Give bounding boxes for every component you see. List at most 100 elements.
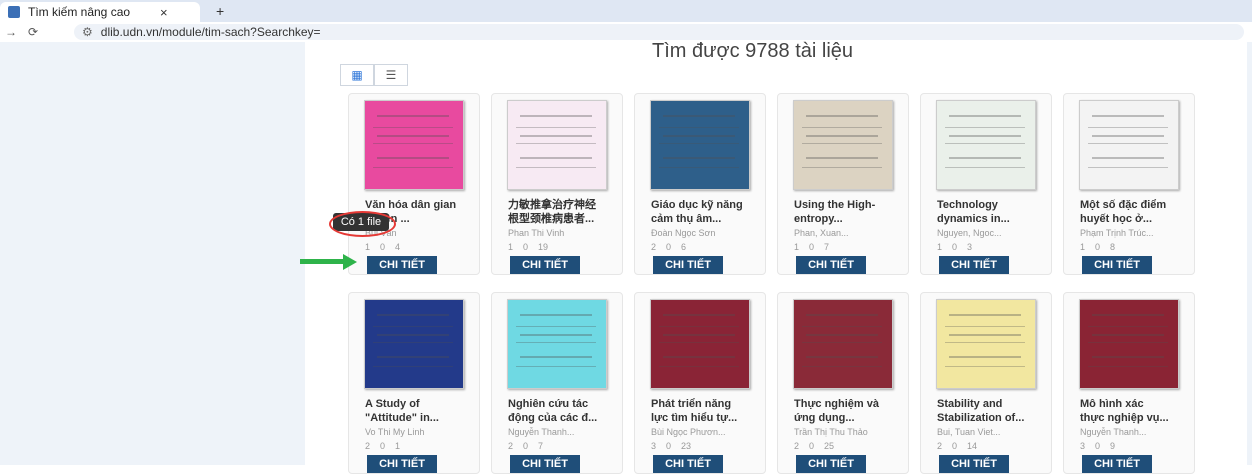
stat-files: 19 — [538, 242, 549, 252]
book-title[interactable]: 力敏推拿治疗神经 根型颈椎病患者... — [508, 198, 618, 226]
book-title[interactable]: Stability and Stabilization of... — [937, 397, 1047, 425]
stat-downloads: 0 — [523, 441, 529, 451]
detail-button[interactable]: CHI TIẾT — [1082, 256, 1152, 274]
book-card[interactable]: Thực nghiệm và ứng dụng... Trần Thị Thu Th… — [777, 292, 909, 474]
stat-downloads: 0 — [380, 441, 386, 451]
highlight-circle — [329, 211, 396, 237]
url-text: dlib.udn.vn/module/tim-sach?Searchkey= — [100, 25, 321, 39]
book-title[interactable]: Một số đặc điểm huyết học ở... — [1080, 198, 1190, 226]
book-cover[interactable] — [364, 299, 464, 389]
stat-views: 2 — [794, 441, 800, 451]
book-stats: 103 — [937, 242, 1047, 252]
book-card[interactable]: 力敏推拿治疗神经 根型颈椎病患者... Phan Thi Vinh 1 0 19 CHI T… — [491, 93, 623, 275]
new-tab-button[interactable]: + — [216, 3, 224, 19]
book-card[interactable]: A Study of "Attitude" in... Vo Thi My Linh… — [348, 292, 480, 474]
detail-button[interactable]: CHI TIẾT — [939, 455, 1009, 473]
book-title-line1: Technology — [937, 199, 998, 211]
book-cover[interactable] — [650, 299, 750, 389]
book-card[interactable]: Một số đặc điểm huyết học ở... Phạm Trịnh … — [1063, 93, 1195, 275]
stat-views: 3 — [1080, 441, 1086, 451]
detail-button[interactable]: CHI TIẾT — [796, 256, 866, 274]
book-title-line2: entropy... — [794, 213, 843, 225]
stat-files: 25 — [824, 441, 835, 451]
book-cover[interactable] — [1079, 299, 1179, 389]
book-stats: 3 0 23 — [651, 441, 761, 451]
book-title-line2: thực nghiệp vụ... — [1080, 412, 1169, 424]
book-cover[interactable] — [793, 100, 893, 190]
book-cover[interactable] — [364, 100, 464, 190]
detail-button[interactable]: CHI TIẾT — [367, 256, 437, 274]
book-card[interactable]: Stability and Stabilization of... Bui, Tua… — [920, 292, 1052, 474]
book-stats: 104 — [365, 242, 475, 252]
stat-views: 2 — [508, 441, 514, 451]
stat-views: 2 — [651, 242, 657, 252]
book-stats: 2 0 25 — [794, 441, 904, 451]
detail-button[interactable]: CHI TIẾT — [510, 256, 580, 274]
stat-downloads: 0 — [809, 441, 815, 451]
detail-button[interactable]: CHI TIẾT — [367, 455, 437, 473]
right-margin — [1247, 42, 1252, 465]
stat-downloads: 0 — [952, 441, 958, 451]
book-title-line1: Phát triển năng — [651, 398, 732, 410]
stat-downloads: 0 — [1095, 242, 1101, 252]
book-cover[interactable] — [507, 299, 607, 389]
book-cover[interactable] — [507, 100, 607, 190]
book-author: Bui, Tuan Viet... — [937, 427, 1001, 437]
book-card[interactable]: Mô hình xác thực nghiệp vụ... Nguyễn Thanh… — [1063, 292, 1195, 474]
detail-button[interactable]: CHI TIẾT — [653, 256, 723, 274]
book-title[interactable]: Nghiên cứu tác động của các đ... — [508, 397, 618, 425]
reload-icon[interactable]: ⟳ — [22, 25, 44, 39]
book-title-line1: Stability and — [937, 398, 1003, 410]
book-card[interactable]: Nghiên cứu tác động của các đ... Nguyễn Th… — [491, 292, 623, 474]
book-cover[interactable] — [936, 100, 1036, 190]
stat-files: 6 — [681, 242, 687, 252]
book-title[interactable]: Giáo dục kỹ năng cảm thụ âm... — [651, 198, 761, 226]
grid-view-icon[interactable]: ▦ — [340, 64, 374, 86]
book-author: Bùi Ngọc Phươn... — [651, 427, 726, 437]
address-bar: → ⟳ ⚙ dlib.udn.vn/module/tim-sach?Search… — [0, 22, 1252, 42]
book-title-line1: Thực nghiệm và — [794, 398, 879, 410]
book-card[interactable]: Using the High-entropy... Phan, Xuan... 1 0… — [777, 93, 909, 275]
detail-button[interactable]: CHI TIẾT — [796, 455, 866, 473]
book-card[interactable]: Giáo dục kỹ năng cảm thụ âm... Đoàn Ngọc S… — [634, 93, 766, 275]
book-title-line1: 力敏推拿治疗神经 — [508, 199, 596, 211]
book-author: Phạm Trịnh Trúc... — [1080, 228, 1154, 238]
book-title[interactable]: Phát triển năng lực tìm hiểu tự... — [651, 397, 761, 425]
book-title[interactable]: Mô hình xác thực nghiệp vụ... — [1080, 397, 1190, 425]
book-card[interactable]: Văn hóa dân gian...Trên ...Bùi Văn104CHI… — [348, 93, 480, 275]
book-card[interactable]: Technology dynamics in... Nguyen, Ngoc... 1… — [920, 93, 1052, 275]
browser-tab[interactable]: Tìm kiếm nâng cao × — [0, 2, 200, 22]
browser-tab-bar: Tìm kiếm nâng cao × + — [0, 0, 1252, 22]
stat-views: 1 — [794, 242, 800, 252]
url-field[interactable]: ⚙ dlib.udn.vn/module/tim-sach?Searchkey= — [74, 24, 1244, 40]
detail-button[interactable]: CHI TIẾT — [653, 455, 723, 473]
book-cover[interactable] — [936, 299, 1036, 389]
detail-button[interactable]: CHI TIẾT — [510, 455, 580, 473]
book-title-line2: dynamics in... — [937, 213, 1010, 225]
detail-button[interactable]: CHI TIẾT — [939, 256, 1009, 274]
book-title[interactable]: Using the High-entropy... — [794, 198, 904, 226]
book-cover[interactable] — [1079, 100, 1179, 190]
book-author: Phan Thi Vinh — [508, 228, 565, 238]
book-title-line1: Văn hóa dân gian — [365, 199, 457, 211]
forward-icon[interactable]: → — [0, 25, 22, 39]
book-cover[interactable] — [650, 100, 750, 190]
book-stats: 107 — [794, 242, 904, 252]
close-tab-icon[interactable]: × — [160, 5, 168, 20]
book-cover[interactable] — [793, 299, 893, 389]
stat-views: 3 — [651, 441, 657, 451]
book-stats: 206 — [651, 242, 761, 252]
list-view-icon[interactable]: ☰ — [374, 64, 408, 86]
book-title-line1: Using the High- — [794, 199, 876, 211]
pointer-arrow-head-icon — [343, 254, 357, 270]
book-card[interactable]: Phát triển năng lực tìm hiểu tự... Bùi Ngọ… — [634, 292, 766, 474]
book-title-line1: Nghiên cứu tác — [508, 398, 589, 410]
stat-downloads: 0 — [380, 242, 386, 252]
book-title[interactable]: Thực nghiệm và ứng dụng... — [794, 397, 904, 425]
book-title[interactable]: Technology dynamics in... — [937, 198, 1047, 226]
book-title[interactable]: A Study of "Attitude" in... — [365, 397, 475, 425]
site-info-icon[interactable]: ⚙ — [82, 25, 93, 39]
view-toggle: ▦ ☰ — [340, 64, 408, 86]
book-author: Nguyen, Ngoc... — [937, 228, 1002, 238]
detail-button[interactable]: CHI TIẾT — [1082, 455, 1152, 473]
